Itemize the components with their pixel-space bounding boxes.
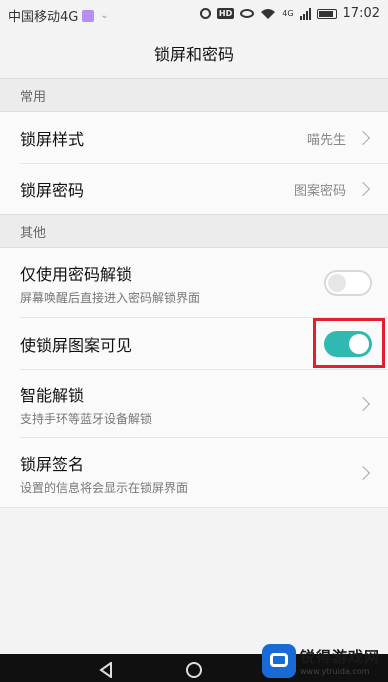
chevron-down-icon: ⌄	[100, 10, 109, 21]
lock-style-row[interactable]: 锁屏样式 喵先生	[0, 112, 388, 164]
smart-unlock-label: 智能解锁	[20, 385, 85, 405]
chevron-right-icon	[355, 130, 371, 146]
password-only-toggle[interactable]	[324, 270, 372, 296]
lock-signature-label: 锁屏签名	[20, 454, 85, 474]
status-left: 中国移动4G ⌄	[8, 6, 109, 25]
home-icon[interactable]	[186, 662, 202, 678]
lock-password-value: 图案密码	[293, 183, 346, 199]
battery-icon	[316, 8, 337, 19]
wifi-icon	[261, 8, 276, 19]
watermark: 锐得游戏网 www.ytruida.com	[262, 640, 386, 682]
watermark-url: www.ytruida.com	[300, 667, 370, 676]
signal-icon	[299, 7, 311, 20]
lock-style-label: 锁屏样式	[20, 130, 85, 149]
carrier-label: 中国移动4G	[8, 10, 79, 25]
chevron-right-icon	[355, 396, 371, 412]
section-header-common: 常用	[0, 78, 388, 112]
back-icon[interactable]	[99, 662, 113, 678]
toggle-knob	[328, 274, 346, 292]
lock-signature-description: 设置的信息将会显示在锁屏界面	[20, 480, 189, 495]
status-bar: 中国移动4G ⌄ HD 4G 17:02	[0, 0, 388, 28]
password-only-label: 仅使用密码解锁	[20, 264, 133, 284]
section-header-other: 其他	[0, 214, 388, 248]
watermark-logo-icon	[262, 644, 296, 678]
smart-unlock-description: 支持手环等蓝牙设备解锁	[20, 411, 153, 426]
network-type-label: 4G	[282, 9, 294, 18]
watermark-title: 锐得游戏网	[300, 648, 381, 666]
page-title: 锁屏和密码	[153, 45, 234, 64]
pattern-visible-label: 使锁屏图案可见	[20, 336, 133, 355]
lock-signature-row[interactable]: 锁屏签名 设置的信息将会显示在锁屏界面	[0, 438, 388, 508]
password-only-row[interactable]: 仅使用密码解锁 屏幕唤醒后直接进入密码解锁界面	[0, 248, 388, 318]
highlight-box	[313, 318, 385, 368]
status-right: HD 4G 17:02	[199, 6, 380, 21]
smart-unlock-row[interactable]: 智能解锁 支持手环等蓝牙设备解锁	[0, 370, 388, 438]
hd-icon: HD	[216, 8, 235, 19]
lock-password-row[interactable]: 锁屏密码 图案密码	[0, 164, 388, 214]
chevron-right-icon	[355, 181, 371, 197]
eye-icon	[240, 9, 255, 18]
alarm-icon	[199, 8, 211, 19]
chevron-right-icon	[355, 465, 371, 481]
clock: 17:02	[342, 6, 380, 21]
lock-style-value: 喵先生	[306, 132, 346, 148]
lock-password-label: 锁屏密码	[20, 181, 85, 200]
notification-badge-icon	[82, 9, 95, 22]
password-only-description: 屏幕唤醒后直接进入密码解锁界面	[20, 290, 201, 305]
